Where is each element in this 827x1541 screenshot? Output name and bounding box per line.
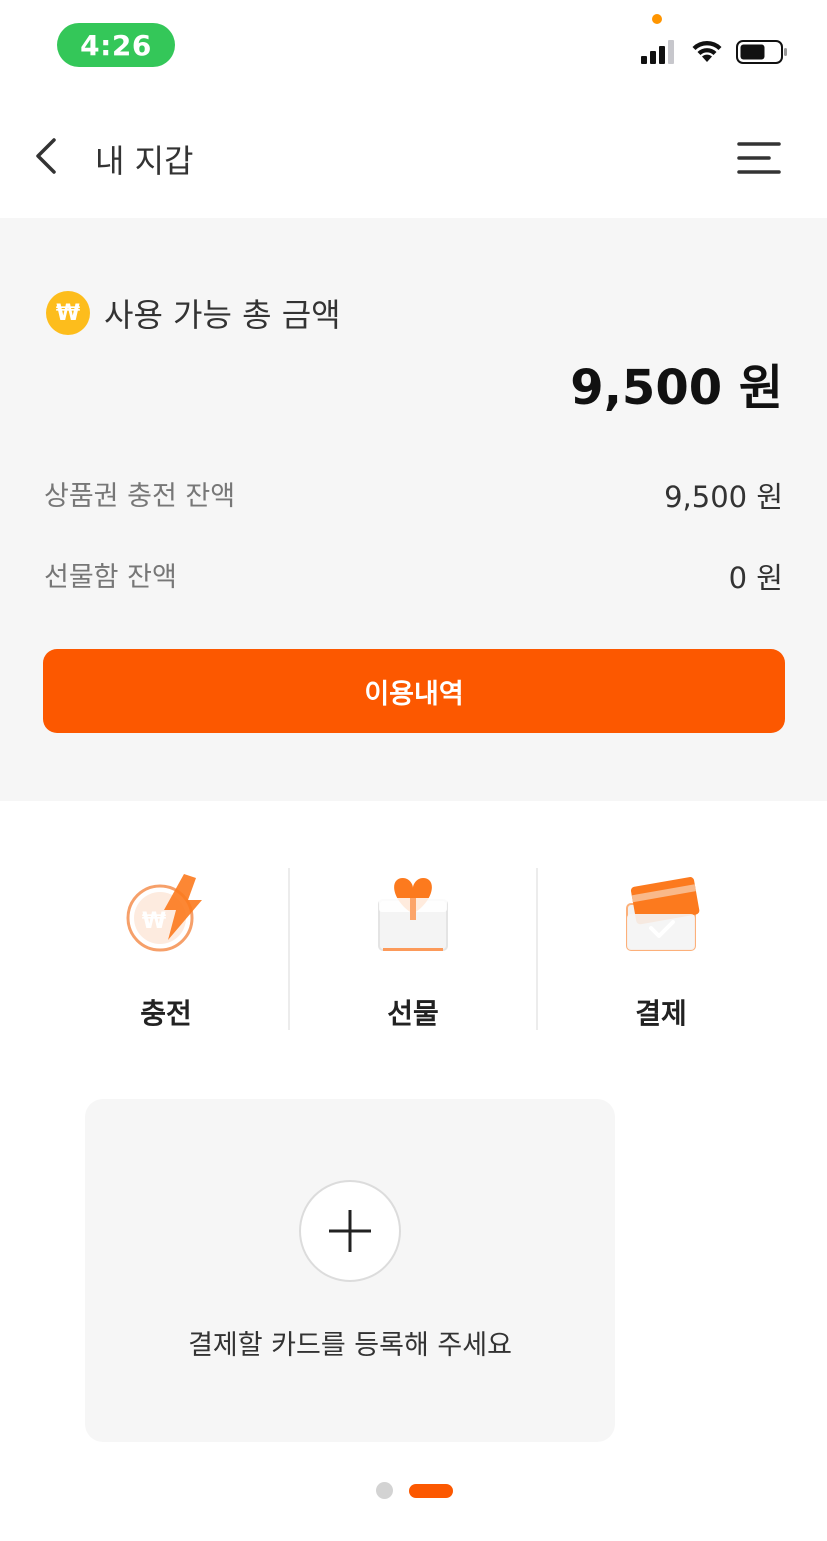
battery-icon: [736, 40, 787, 64]
charge-button[interactable]: ₩ 충전: [42, 868, 290, 1032]
gift-label: 선물: [387, 997, 439, 1030]
plus-icon[interactable]: [299, 1180, 401, 1282]
back-chevron-icon[interactable]: [26, 134, 66, 178]
charge-coin-icon: ₩: [126, 874, 202, 952]
page-title: 내 지갑: [95, 142, 194, 180]
gift-box-balance-value: 0 원: [728, 561, 783, 595]
gift-button[interactable]: 선물: [289, 868, 537, 1032]
payment-label: 결제: [635, 997, 687, 1030]
pagination-dot-inactive[interactable]: [376, 1482, 393, 1499]
status-bar: 4:26: [0, 0, 827, 90]
register-card-panel[interactable]: 결제할 카드를 등록해 주세요: [85, 1099, 615, 1442]
gift-box-icon: [378, 878, 448, 951]
mic-indicator-icon: [652, 14, 662, 24]
total-balance-amount: 9,500 원: [570, 360, 783, 416]
usage-history-button[interactable]: 이용내역: [43, 649, 785, 733]
status-time[interactable]: 4:26: [57, 23, 175, 67]
svg-text:₩: ₩: [142, 909, 166, 934]
payment-button[interactable]: 결제: [537, 868, 785, 1032]
app-header: 내 지갑: [0, 90, 827, 218]
register-card-text: 결제할 카드를 등록해 주세요: [188, 1330, 512, 1361]
wallet-screen: 4:26 내 지갑 ₩ 사용 가능 총 금액 9,500 원 상품권 충전 잔액…: [0, 0, 827, 1541]
gift-card-balance-label: 상품권 충전 잔액: [44, 481, 236, 512]
payment-card-icon: [626, 877, 700, 951]
wallet-actions: ₩ 충전 선물 결제: [0, 868, 827, 1032]
gift-box-balance-label: 선물함 잔액: [44, 562, 177, 593]
gift-card-balance-value: 9,500 원: [664, 480, 783, 514]
charge-label: 충전: [140, 997, 192, 1030]
won-coin-icon: ₩: [46, 291, 90, 335]
total-balance-label: 사용 가능 총 금액: [104, 296, 341, 334]
pagination-dot-active[interactable]: [409, 1484, 453, 1498]
balance-summary: ₩ 사용 가능 총 금액 9,500 원 상품권 충전 잔액 9,500 원 선…: [0, 218, 827, 801]
menu-icon[interactable]: [735, 138, 783, 178]
wifi-icon: [692, 40, 722, 62]
cellular-signal-icon: [641, 40, 677, 64]
